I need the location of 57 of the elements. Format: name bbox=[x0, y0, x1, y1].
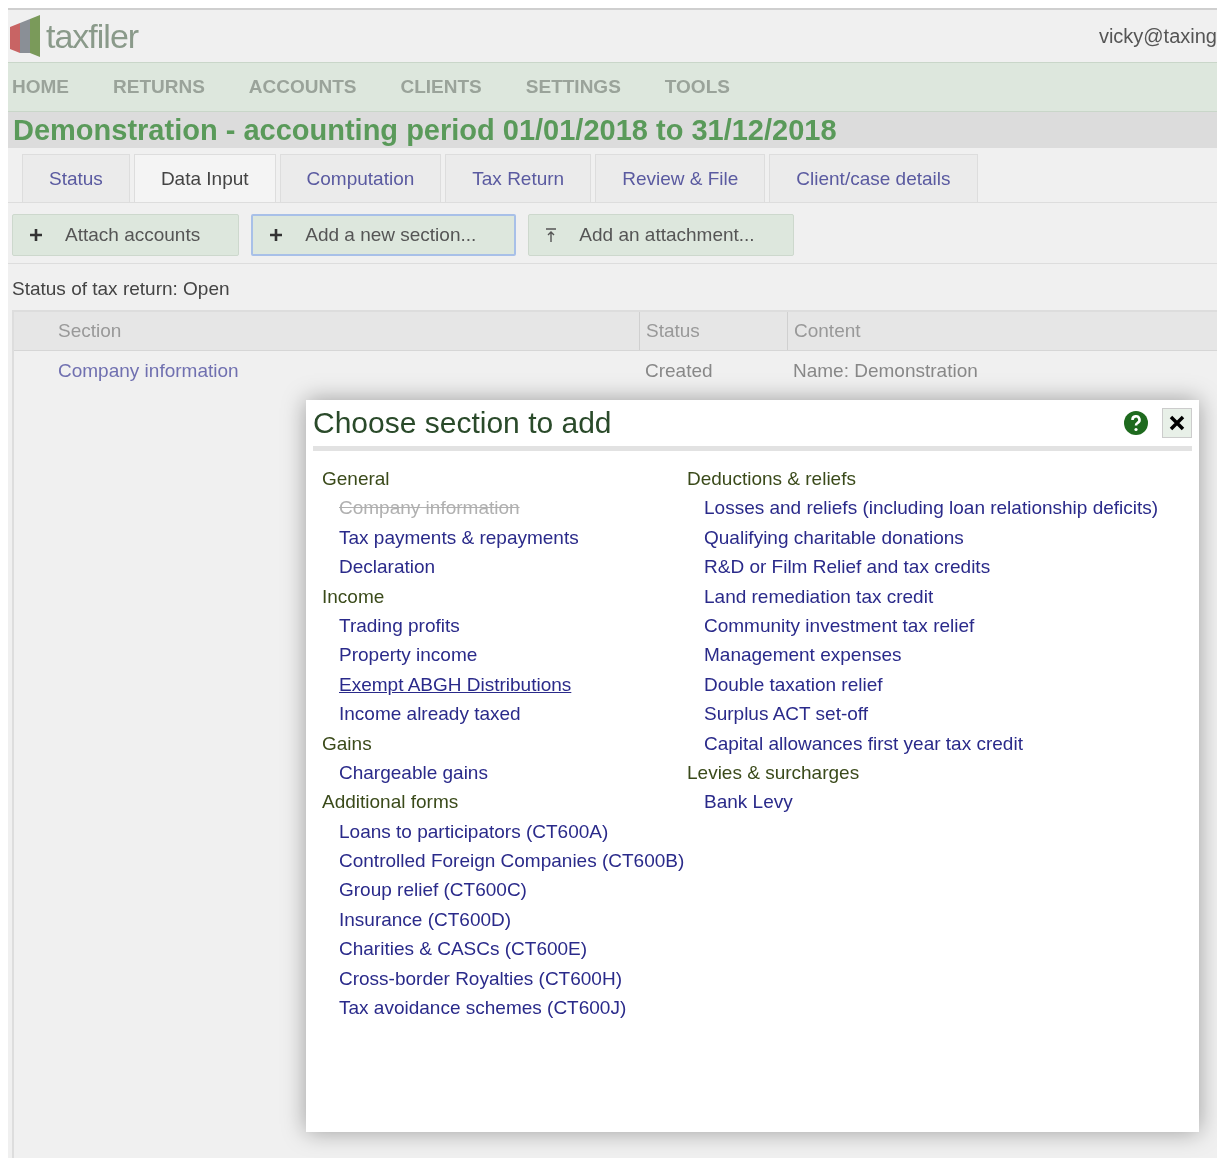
section-link[interactable]: Surplus ACT set-off bbox=[687, 699, 1192, 729]
close-button[interactable] bbox=[1162, 408, 1192, 438]
column-header: Content bbox=[787, 312, 1217, 350]
tab[interactable]: Computation bbox=[279, 154, 442, 202]
group-heading: General bbox=[322, 467, 391, 491]
section-link[interactable]: Controlled Foreign Companies (CT600B) bbox=[322, 846, 687, 876]
action-button[interactable]: Attach accounts bbox=[12, 214, 240, 256]
section-link[interactable]: Group relief (CT600C) bbox=[322, 875, 687, 905]
action-button[interactable]: Add a new section... bbox=[251, 214, 517, 256]
dialog-title: Choose section to add bbox=[313, 406, 612, 440]
table-cell-text: Name: Demonstration bbox=[792, 360, 979, 382]
group-heading: Deductions & reliefs bbox=[687, 467, 857, 491]
section-link[interactable]: Management expenses bbox=[687, 640, 1192, 670]
section-link[interactable]: Property income bbox=[322, 640, 687, 670]
section-link[interactable]: Cross-border Royalties (CT600H) bbox=[322, 963, 687, 994]
section-link[interactable]: Declaration bbox=[322, 552, 687, 582]
close-icon bbox=[1169, 415, 1185, 431]
tab[interactable]: Review & File bbox=[595, 154, 766, 202]
help-icon[interactable] bbox=[1124, 411, 1148, 435]
section-link[interactable]: Trading profits bbox=[322, 610, 687, 641]
tab[interactable]: Data Input bbox=[133, 154, 276, 202]
page-title: Demonstration - accounting period 01/01/2018 to 31/12/2018 bbox=[13, 113, 837, 147]
action-button[interactable]: Add an attachment... bbox=[528, 214, 794, 256]
column-header: Status bbox=[639, 312, 787, 350]
section-link[interactable]: Land remediation tax credit bbox=[687, 581, 1192, 611]
section-link[interactable]: Chargeable gains bbox=[322, 757, 687, 788]
group-heading: Levies & surcharges bbox=[687, 760, 861, 785]
section-link[interactable]: Loans to participators (CT600A) bbox=[322, 816, 687, 847]
user-email: vicky@taxing bbox=[1098, 24, 1217, 48]
section-link[interactable]: R&D or Film Relief and tax credits bbox=[687, 552, 1192, 582]
group-heading: Additional forms bbox=[322, 790, 460, 815]
tab[interactable]: Status bbox=[22, 154, 130, 202]
logo-text: taxfiler bbox=[46, 16, 139, 56]
section-link[interactable]: Insurance (CT600D) bbox=[322, 904, 687, 935]
column-header: Section bbox=[57, 319, 123, 343]
group-heading: Income bbox=[322, 584, 386, 609]
group-heading: Gains bbox=[322, 731, 373, 756]
table-cell-text: Company information bbox=[57, 360, 240, 382]
section-link[interactable]: Losses and reliefs (including loan relationship deficits) bbox=[687, 493, 1192, 523]
tab[interactable]: Tax Return bbox=[445, 154, 592, 202]
section-link[interactable]: Qualifying charitable donations bbox=[687, 522, 1192, 553]
tab[interactable]: Client/case details bbox=[769, 154, 978, 202]
plus-icon bbox=[29, 228, 43, 242]
status-text: Status of tax return: Open bbox=[11, 277, 231, 301]
table-cell-text: Created bbox=[644, 360, 714, 382]
section-link[interactable]: Tax avoidance schemes (CT600J) bbox=[322, 993, 687, 1023]
section-link[interactable]: Tax payments & repayments bbox=[322, 522, 687, 553]
section-link[interactable]: Community investment tax relief bbox=[687, 610, 1192, 641]
logo-icon bbox=[8, 15, 42, 57]
section-link[interactable]: Capital allowances first year tax credit bbox=[687, 728, 1192, 758]
plus-icon bbox=[269, 228, 284, 242]
upload-icon bbox=[545, 228, 558, 242]
section-link[interactable]: Income already taxed bbox=[322, 699, 687, 729]
section-link[interactable]: Exempt ABGH Distributions bbox=[322, 669, 687, 700]
section-link[interactable]: Double taxation relief bbox=[687, 669, 1192, 700]
section-link[interactable]: Charities & CASCs (CT600E) bbox=[322, 934, 687, 964]
section-link[interactable]: Bank Levy bbox=[687, 787, 1192, 817]
